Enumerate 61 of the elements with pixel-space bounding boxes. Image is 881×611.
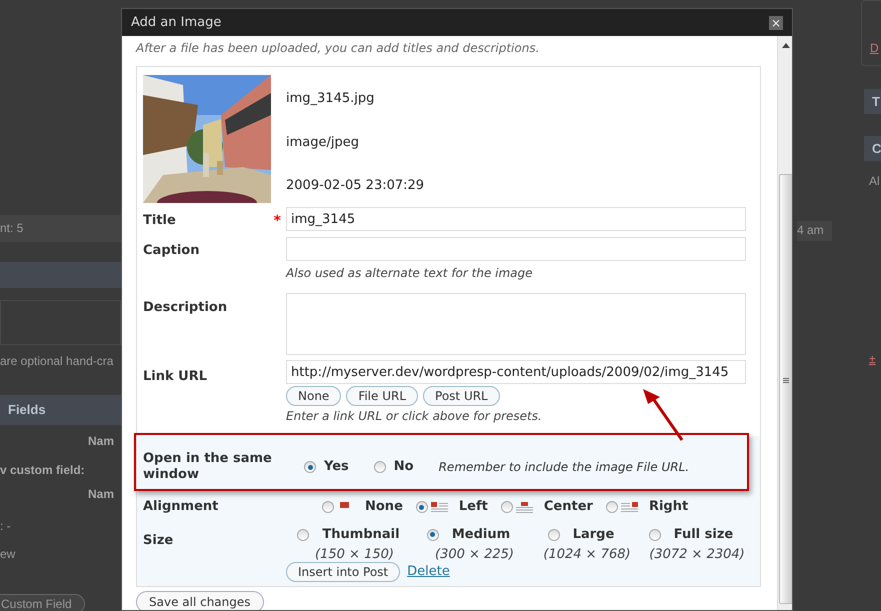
size-dimensions: (1024 × 768)	[542, 546, 631, 564]
background-text: Al	[869, 173, 880, 190]
background-text: : -	[0, 518, 11, 535]
option-label: Large	[572, 526, 614, 544]
upload-date: 2009-02-05 23:07:29	[286, 177, 424, 195]
background-label: v custom field:	[0, 462, 85, 479]
background-text: 4 am	[797, 221, 832, 241]
scroll-up-icon[interactable]	[782, 43, 790, 48]
field-label: Alignment	[143, 499, 218, 514]
background-label: Nam	[88, 486, 114, 503]
note-text: Remember to include the image File URL.	[438, 459, 690, 476]
file-name: img_3145.jpg	[286, 90, 376, 108]
background-label: Nam	[88, 433, 114, 450]
size-dimensions: (300 × 225)	[434, 546, 514, 564]
option-label: Medium	[452, 526, 510, 544]
save-button[interactable]: Save all changes	[136, 591, 264, 610]
size-dimensions: (3072 × 2304)	[648, 546, 745, 564]
help-text: Also used as alternate text for the image	[286, 265, 534, 282]
delete-link[interactable]: Delete	[407, 562, 450, 582]
help-text: Enter a link URL or click above for presets.	[286, 408, 543, 425]
option-label: Right	[648, 498, 688, 516]
alignment-icon	[620, 502, 638, 512]
field-label: Caption	[143, 243, 200, 258]
alignment-icon	[516, 502, 533, 512]
scrollbar[interactable]	[777, 36, 792, 610]
description-field[interactable]	[286, 293, 746, 355]
scroll-thumb[interactable]	[779, 174, 792, 604]
dialog-title: Add an Image	[131, 14, 222, 32]
background-text: ew	[0, 546, 16, 563]
background-heading: C	[864, 136, 881, 161]
option-label: Yes	[324, 458, 349, 476]
option-label: Thumbnail	[322, 526, 400, 544]
preset-button[interactable]: Post URL	[423, 386, 500, 406]
background-text: are optional hand-cra	[0, 353, 114, 370]
required-mark: *	[274, 212, 281, 231]
title-field[interactable]: img_3145	[286, 207, 746, 231]
link-url-field[interactable]: http://myserver.dev/wordpresp-content/uploads/2009/02/img_3145	[286, 360, 746, 384]
option-label: No	[394, 458, 414, 476]
arrow-icon	[641, 387, 685, 442]
background-heading: Fields	[0, 395, 121, 425]
grip-icon	[783, 378, 789, 384]
field-label: Open in the same window	[143, 451, 272, 482]
field-label: Title	[143, 213, 176, 228]
background-text: nt: 5	[0, 215, 121, 242]
close-button[interactable]: ×	[769, 16, 783, 30]
field-label: Size	[143, 533, 174, 548]
caption-field[interactable]	[286, 237, 746, 261]
option-label: None	[365, 498, 403, 516]
preset-button[interactable]: File URL	[346, 386, 418, 406]
preset-button[interactable]: None	[286, 386, 342, 406]
option-label: Left	[458, 498, 488, 516]
option-label: Center	[544, 498, 593, 516]
alignment-icon	[430, 502, 448, 512]
insert-button[interactable]: Insert into Post	[286, 562, 400, 582]
background-heading: T	[864, 89, 881, 114]
field-label: Description	[143, 300, 228, 315]
option-label: Full size	[674, 526, 734, 544]
field-label: Link URL	[143, 369, 208, 384]
size-dimensions: (150 × 150)	[314, 546, 394, 564]
intro-text: After a file has been uploaded, you can add titles and descriptions.	[136, 40, 540, 57]
file-type: image/jpeg	[286, 134, 360, 152]
